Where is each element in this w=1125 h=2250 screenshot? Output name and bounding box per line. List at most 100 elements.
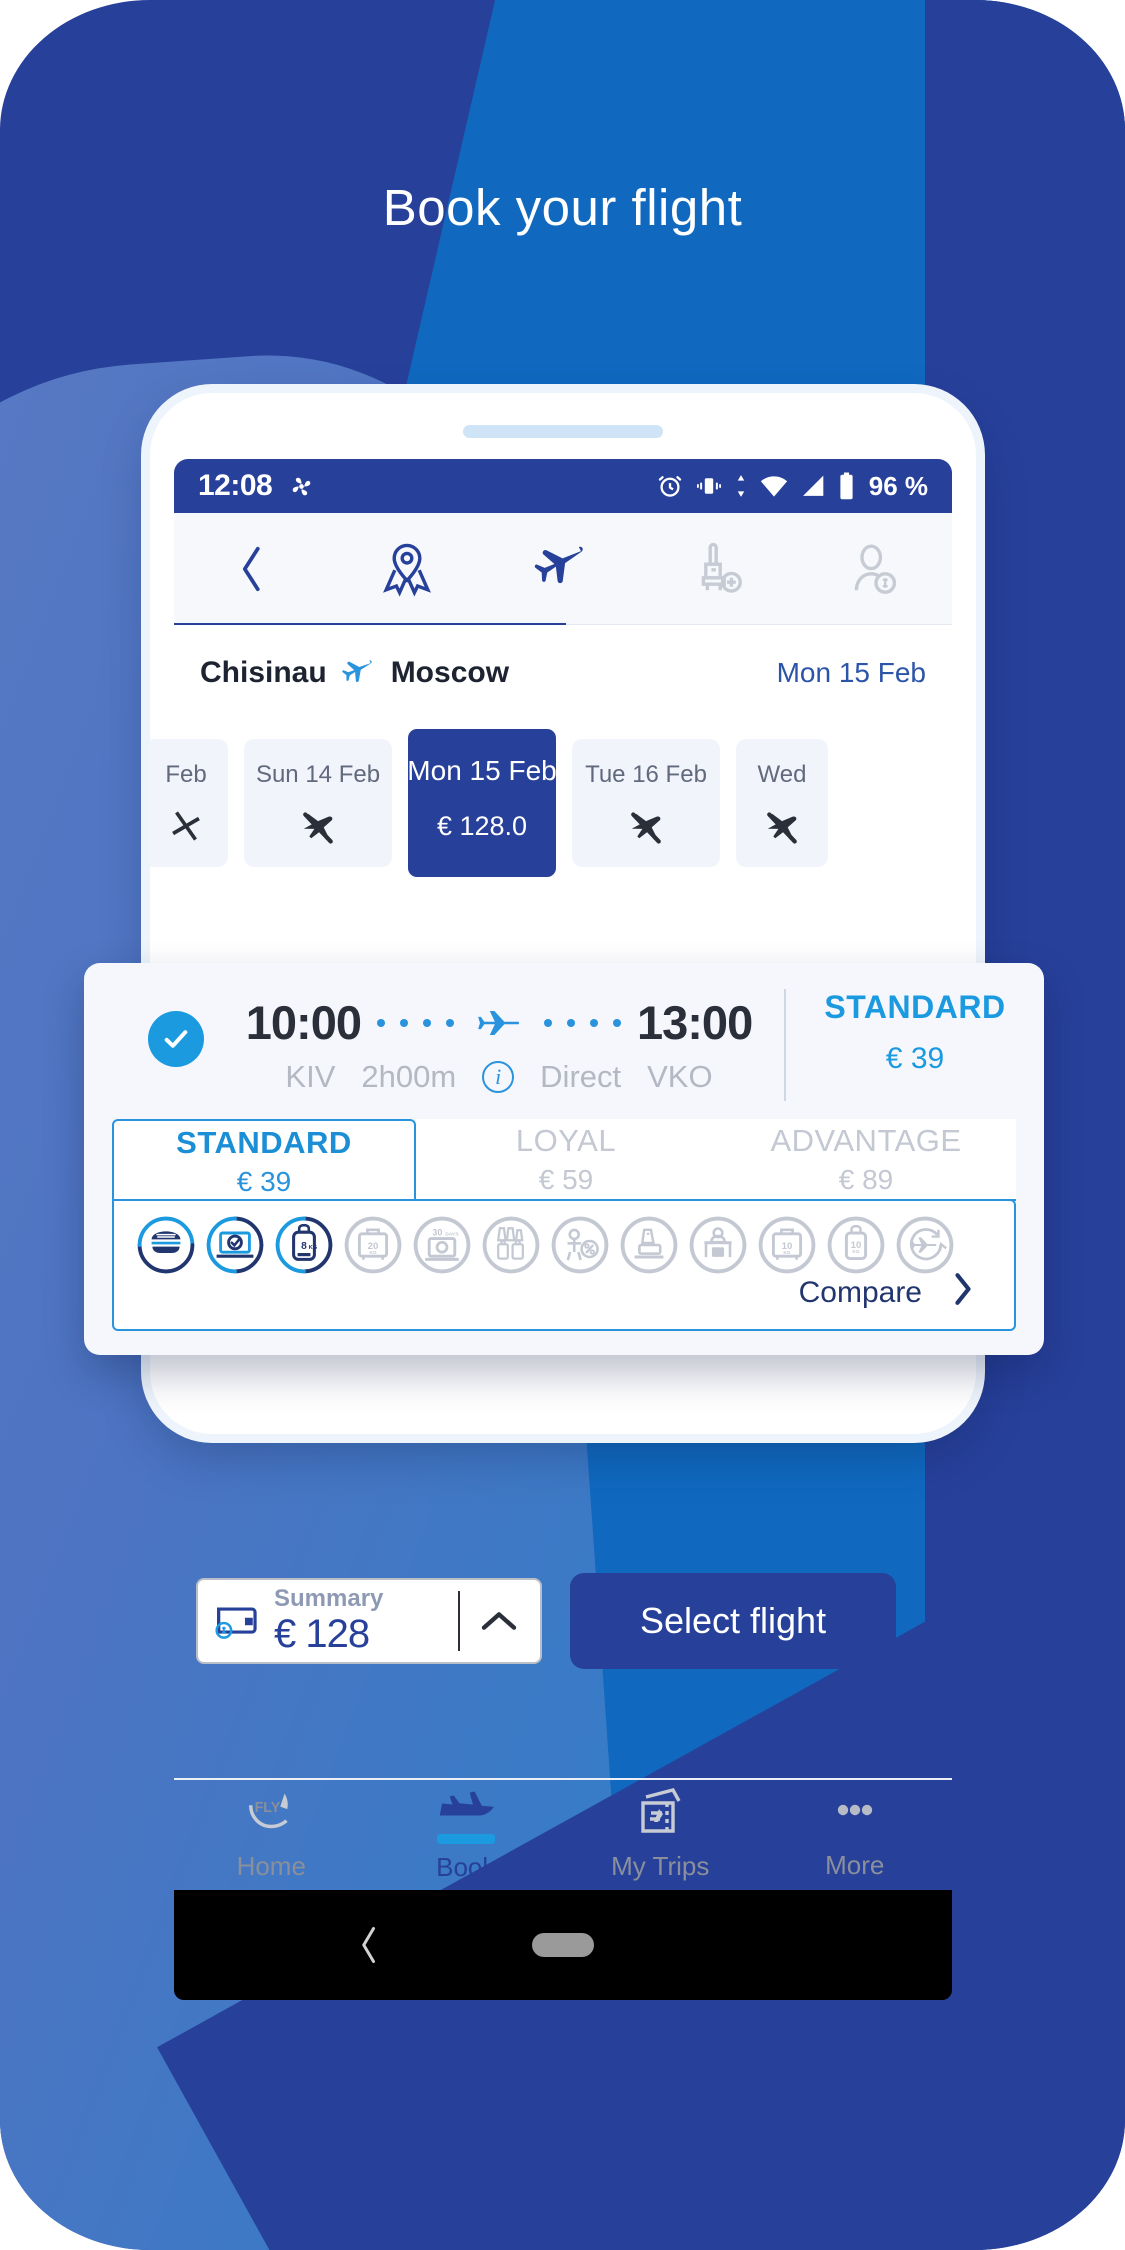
date-card[interactable]: Sun 14 Feb <box>244 739 392 867</box>
fare-tabs[interactable]: STANDARD € 39 LOYAL € 59 ADVANTAGE € 89 <box>112 1119 1016 1201</box>
alarm-icon <box>656 472 684 500</box>
destination-pin-icon <box>383 543 432 597</box>
suitcase-20kg-icon[interactable]: 20 KG <box>341 1213 405 1277</box>
route-origin: Chisinau <box>200 656 327 689</box>
takeoff-plane-icon <box>436 1785 496 1830</box>
bottom-nav-book[interactable]: Book <box>369 1785 564 1883</box>
date-card-label: Feb <box>165 761 207 788</box>
status-bar: 12:08 96 % <box>174 459 952 513</box>
flight-times: 10:00 13:00 <box>234 995 764 1050</box>
summary-divider <box>458 1591 461 1651</box>
svg-text:8: 8 <box>301 1241 307 1252</box>
discount-passenger-icon[interactable] <box>548 1213 612 1277</box>
fare-tab-standard[interactable]: STANDARD € 39 <box>112 1119 416 1201</box>
battery-percent: 96 % <box>868 470 928 501</box>
wifi-icon <box>759 473 789 499</box>
screenshot-stage: Book your flight 12:08 96 % Chisinau Mos… <box>0 0 1125 2250</box>
nav-step-destination[interactable] <box>330 541 486 597</box>
selected-fare-name: STANDARD <box>824 989 1006 1025</box>
flight-duration: 2h00m <box>361 1059 457 1094</box>
bottom-nav-home[interactable]: FLY Home <box>174 1786 369 1882</box>
date-card-label: Wed <box>757 761 807 788</box>
chevron-left-icon <box>242 546 260 592</box>
bottom-nav-label: Book <box>436 1852 496 1882</box>
meal-icon[interactable] <box>134 1213 198 1277</box>
date-carousel[interactable]: Feb Sun 14 Feb Mon 15 Feb € 128.0 Tue 16… <box>150 723 976 883</box>
flight-row[interactable]: 10:00 13:00 KIV 2h00m i Direct VKO STAND… <box>84 963 1044 1119</box>
passenger-price-icon <box>854 544 897 594</box>
bottom-nav-label: More <box>825 1850 885 1880</box>
flight-change-icon[interactable] <box>893 1213 957 1277</box>
vibrate-icon <box>695 472 723 500</box>
destination-code: VKO <box>647 1059 713 1094</box>
status-time: 12:08 <box>198 469 273 502</box>
bottom-nav-more[interactable]: More <box>758 1787 953 1881</box>
page-title: Book your flight <box>382 179 743 236</box>
wallet-icon <box>212 1596 262 1647</box>
fare-tab-name: LOYAL <box>515 1122 617 1158</box>
bottom-nav-mytrips[interactable]: My Trips <box>563 1786 758 1882</box>
no-flight-icon <box>759 807 805 854</box>
fare-tab-loyal[interactable]: LOYAL € 59 <box>416 1119 716 1201</box>
airplane-small-icon <box>341 657 377 689</box>
svg-text:DAYS: DAYS <box>445 1231 459 1237</box>
date-card-label: Mon 15 Feb <box>407 755 557 786</box>
booking-footer: Summary € 128 Select flight <box>196 1562 896 1680</box>
selected-fare-summary: STANDARD € 39 <box>784 989 1044 1101</box>
chevron-up-icon[interactable] <box>472 1607 526 1635</box>
android-back-button[interactable] <box>174 1924 563 1966</box>
bottom-nav-bar: FLY Home Book My Trips More <box>174 1778 952 1888</box>
date-card-selected[interactable]: Mon 15 Feb € 128.0 <box>407 729 557 877</box>
summary-widget[interactable]: Summary € 128 <box>196 1578 543 1664</box>
summary-label: Summary <box>274 1584 384 1612</box>
summary-price: € 128 <box>274 1612 370 1657</box>
date-card[interactable]: Feb <box>150 739 228 867</box>
signal-icon <box>800 473 827 499</box>
back-button[interactable] <box>174 543 330 595</box>
svg-text:30: 30 <box>432 1227 442 1237</box>
compare-fares-button[interactable]: Compare <box>799 1271 978 1315</box>
bag-10kg-icon[interactable]: 10 KG <box>824 1213 888 1277</box>
nav-step-seat[interactable] <box>641 541 797 597</box>
nav-step-flight[interactable] <box>485 542 641 596</box>
duty-free-icon[interactable] <box>479 1213 543 1277</box>
online-30days-icon[interactable]: 30 DAYS <box>410 1213 474 1277</box>
fare-tab-advantage[interactable]: ADVANTAGE € 89 <box>716 1119 1016 1201</box>
data-arrows-icon <box>734 473 748 499</box>
fan-icon <box>288 473 315 500</box>
fare-tab-name: ADVANTAGE <box>770 1122 962 1158</box>
flight-fare-card: 10:00 13:00 KIV 2h00m i Direct VKO STAND… <box>84 963 1044 1355</box>
chevron-left-icon <box>361 1927 375 1963</box>
date-card[interactable]: Wed <box>736 739 828 867</box>
check-circle-icon[interactable] <box>148 1011 204 1067</box>
checkin-desk-icon[interactable] <box>686 1213 750 1277</box>
airplane-path-icon <box>476 1006 522 1040</box>
battery-icon <box>838 472 855 500</box>
suitcase-10kg-icon[interactable]: 10 KG <box>755 1213 819 1277</box>
depart-time: 10:00 <box>245 996 362 1049</box>
origin-code: KIV <box>285 1059 336 1094</box>
select-flight-button[interactable]: Select flight <box>570 1573 896 1669</box>
fare-details-panel: 8 KG 20 KG 30 DAYS 10 KG 10 KG Compare <box>112 1199 1016 1331</box>
home-pill-indicator[interactable] <box>532 1933 594 1957</box>
svg-text:KG: KG <box>369 1250 376 1256</box>
flight-stops: Direct <box>540 1059 622 1094</box>
compare-label: Compare <box>798 1276 922 1309</box>
top-nav-bar <box>174 513 952 625</box>
seat-add-icon <box>701 542 742 593</box>
nav-step-passenger[interactable] <box>796 541 952 597</box>
fly-logo-icon: FLY <box>242 1786 300 1843</box>
route-date: Mon 15 Feb <box>776 657 926 688</box>
date-card[interactable]: Tue 16 Feb <box>572 739 720 867</box>
fare-tab-price: € 39 <box>236 1165 292 1197</box>
info-icon[interactable]: i <box>482 1061 515 1093</box>
online-checkin-icon[interactable] <box>203 1213 267 1277</box>
route-destination: Moscow <box>390 656 510 689</box>
bottom-nav-active-underline <box>436 1834 495 1844</box>
flight-path-dots-left <box>377 1018 454 1027</box>
date-card-label: Tue 16 Feb <box>585 761 707 788</box>
priority-boarding-icon[interactable] <box>617 1213 681 1277</box>
route-header: Chisinau Moscow Mon 15 Feb <box>174 625 952 721</box>
cabin-bag-8kg-icon[interactable]: 8 KG <box>272 1213 336 1277</box>
fare-tab-price: € 89 <box>838 1163 894 1195</box>
